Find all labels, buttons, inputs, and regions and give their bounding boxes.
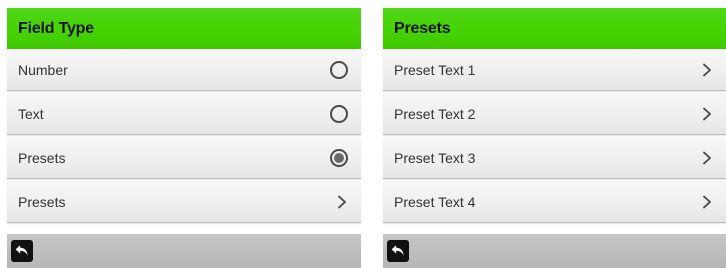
option-label: Number [18, 61, 68, 78]
preset-item-1[interactable]: Preset Text 1 [383, 49, 726, 91]
field-type-option-text[interactable]: Text [7, 93, 361, 135]
preset-item-4[interactable]: Preset Text 4 [383, 181, 726, 223]
back-arrow-icon [391, 245, 404, 256]
preset-label: Preset Text 1 [394, 61, 476, 78]
preset-label: Preset Text 4 [394, 193, 476, 210]
chevron-right-icon [338, 195, 346, 208]
radio-button[interactable] [330, 60, 348, 79]
back-arrow-icon [15, 245, 28, 256]
panel-title: Field Type [18, 19, 94, 37]
presets-list: Preset Text 1 Preset Text 2 Preset Text … [383, 49, 726, 223]
chevron-right-icon [703, 107, 711, 120]
field-type-option-presets[interactable]: Presets [7, 137, 361, 179]
panel-footer [383, 234, 726, 268]
option-label: Text [18, 105, 44, 122]
radio-button-selected[interactable] [330, 148, 348, 167]
panel-title: Presets [394, 19, 451, 37]
back-button[interactable] [387, 240, 409, 262]
preset-item-3[interactable]: Preset Text 3 [383, 137, 726, 179]
panel-header: Presets [383, 8, 726, 49]
preset-label: Preset Text 2 [394, 105, 476, 122]
radio-button[interactable] [330, 104, 348, 123]
back-button[interactable] [11, 240, 33, 262]
field-type-panel: Field Type Number Text Presets Presets [7, 8, 361, 268]
option-label: Presets [18, 149, 66, 166]
panel-footer [7, 234, 361, 268]
presets-panel: Presets Preset Text 1 Preset Text 2 Pres… [383, 8, 726, 268]
presets-nav-item[interactable]: Presets [7, 181, 361, 223]
chevron-right-icon [703, 151, 711, 164]
panel-header: Field Type [7, 8, 361, 49]
preset-item-2[interactable]: Preset Text 2 [383, 93, 726, 135]
nav-label: Presets [18, 193, 66, 210]
preset-label: Preset Text 3 [394, 149, 476, 166]
field-type-list: Number Text Presets Presets [7, 49, 361, 223]
chevron-right-icon [703, 63, 711, 76]
field-type-option-number[interactable]: Number [7, 49, 361, 91]
chevron-right-icon [703, 195, 711, 208]
